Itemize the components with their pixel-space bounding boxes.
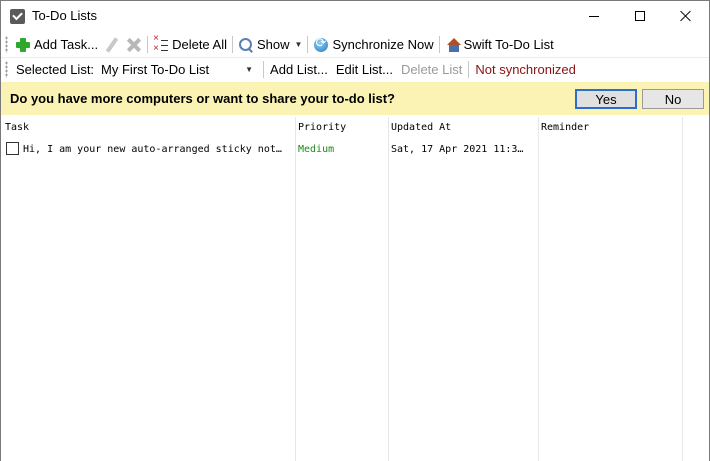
delete-all-icon [153, 34, 170, 54]
task-priority: Medium [298, 144, 335, 155]
toolbar-separator [438, 36, 440, 53]
title-bar: To-Do Lists [1, 1, 709, 31]
synchronize-now-label: Synchronize Now [332, 37, 434, 52]
main-toolbar: Add Task... Delete All Show ▼ Synchroniz… [1, 32, 709, 57]
chevron-down-icon: ▼ [245, 65, 254, 74]
column-header-updated-at[interactable]: Updated At [391, 122, 451, 133]
toolbar-separator [263, 60, 265, 78]
banner-message: Do you have more computers or want to sh… [10, 91, 395, 106]
add-task-label: Add Task... [34, 37, 99, 52]
share-banner: Do you have more computers or want to sh… [1, 82, 709, 115]
house-icon [445, 37, 461, 53]
close-button[interactable] [663, 1, 709, 31]
show-label: Show [257, 37, 290, 52]
yes-button[interactable]: Yes [575, 89, 637, 109]
column-divider [682, 117, 683, 461]
toolbar-grip[interactable] [5, 36, 8, 53]
toolbar-grip[interactable] [5, 60, 8, 78]
close-icon [680, 10, 692, 22]
chevron-down-icon: ▼ [294, 40, 303, 49]
sync-icon [313, 36, 329, 53]
swift-todo-list-button[interactable]: Swift To-Do List [442, 34, 557, 56]
swift-todo-list-label: Swift To-Do List [463, 37, 554, 52]
toolbar-separator [147, 36, 149, 53]
list-select-value: My First To-Do List [101, 61, 210, 77]
minimize-button[interactable] [571, 1, 617, 31]
delete-list-button[interactable]: Delete List [397, 62, 466, 77]
column-header-reminder[interactable]: Reminder [541, 122, 589, 133]
pencil-icon [104, 37, 120, 53]
column-header-task[interactable]: Task [5, 122, 29, 133]
main-window: To-Do Lists Add Task... Delete All Show … [0, 0, 710, 461]
delete-all-label: Delete All [172, 37, 227, 52]
task-text: Hi, I am your new auto-arranged sticky n… [23, 144, 282, 155]
magnifier-icon [238, 37, 254, 53]
maximize-button[interactable] [617, 1, 663, 31]
toolbar-separator [307, 36, 309, 53]
list-select[interactable]: My First To-Do List ▼ [97, 59, 257, 79]
add-icon [15, 37, 31, 53]
task-table: Task Priority Updated At Reminder Hi, I … [1, 117, 709, 461]
add-list-button[interactable]: Add List... [266, 62, 332, 77]
delete-all-button[interactable]: Delete All [150, 34, 230, 56]
column-header-priority[interactable]: Priority [298, 122, 346, 133]
synchronize-now-button[interactable]: Synchronize Now [310, 34, 436, 56]
column-divider [295, 117, 296, 461]
table-header: Task Priority Updated At Reminder [1, 117, 709, 139]
delete-icon [126, 37, 142, 53]
toolbar-separator [232, 36, 233, 53]
add-task-button[interactable]: Add Task... [12, 34, 101, 56]
task-updated-at: Sat, 17 Apr 2021 11:3… [391, 144, 524, 155]
minimize-icon [589, 15, 599, 17]
selected-list-label: Selected List: [16, 61, 95, 77]
show-dropdown-button[interactable]: Show ▼ [235, 34, 305, 56]
edit-list-button[interactable]: Edit List... [332, 62, 397, 77]
edit-task-button[interactable] [101, 34, 123, 56]
column-divider [538, 117, 539, 461]
column-divider [388, 117, 389, 461]
delete-task-button[interactable] [123, 34, 145, 56]
maximize-icon [635, 11, 645, 21]
task-checkbox[interactable] [6, 142, 19, 155]
table-row[interactable]: Hi, I am your new auto-arranged sticky n… [1, 139, 709, 161]
list-selector-bar: Selected List: My First To-Do List ▼ Add… [1, 57, 709, 80]
sync-status-text: Not synchronized [475, 61, 576, 77]
toolbar-separator [468, 60, 470, 78]
window-title: To-Do Lists [32, 8, 98, 23]
checkbox-app-icon [10, 9, 25, 24]
no-button[interactable]: No [642, 89, 704, 109]
